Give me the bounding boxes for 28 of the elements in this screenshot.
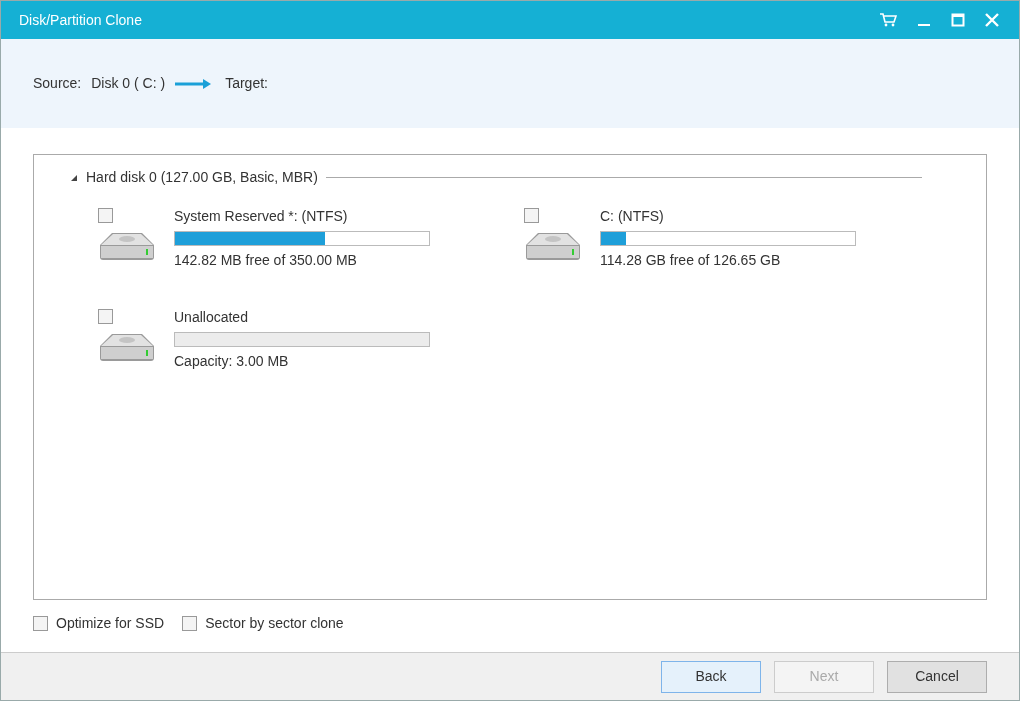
hard-drive-icon xyxy=(98,231,156,261)
expand-icon[interactable] xyxy=(70,173,78,182)
partition-name: Unallocated xyxy=(174,308,249,327)
hard-drive-icon xyxy=(524,231,582,261)
dialog-button[interactable]: Back xyxy=(661,660,761,693)
partition-size: 114.28 GB free of 126.65 GB xyxy=(600,251,782,270)
partition-name: C: (NTFS) xyxy=(600,207,665,226)
hard-drive-icon xyxy=(98,332,156,362)
source-label: Source: xyxy=(33,74,82,93)
option-label[interactable]: Sector by sector clone xyxy=(205,613,344,634)
source-value: Disk 0 ( C: ) xyxy=(91,74,166,93)
maximize-icon[interactable] xyxy=(951,13,965,27)
checkbox[interactable] xyxy=(33,616,48,631)
cart-icon[interactable] xyxy=(879,12,897,28)
partition-size: 142.82 MB free of 350.00 MB xyxy=(174,251,358,270)
target-label: Target: xyxy=(225,74,268,93)
option-label[interactable]: Optimize for SSD xyxy=(56,613,165,634)
checkbox[interactable] xyxy=(524,208,539,223)
arrow-icon xyxy=(175,78,212,89)
dialog-button[interactable]: Cancel xyxy=(887,660,987,693)
partition-name: System Reserved *: (NTFS) xyxy=(174,207,349,226)
checkbox[interactable] xyxy=(182,616,198,631)
window-title: Disk/Partition Clone xyxy=(19,10,143,30)
checkbox[interactable] xyxy=(98,309,113,324)
close-icon[interactable] xyxy=(985,13,999,27)
partition-size: Capacity: 3.00 MB xyxy=(174,352,290,371)
disk-label: Hard disk 0 (127.00 GB, Basic, MBR) xyxy=(86,168,318,187)
checkbox[interactable] xyxy=(98,208,113,223)
